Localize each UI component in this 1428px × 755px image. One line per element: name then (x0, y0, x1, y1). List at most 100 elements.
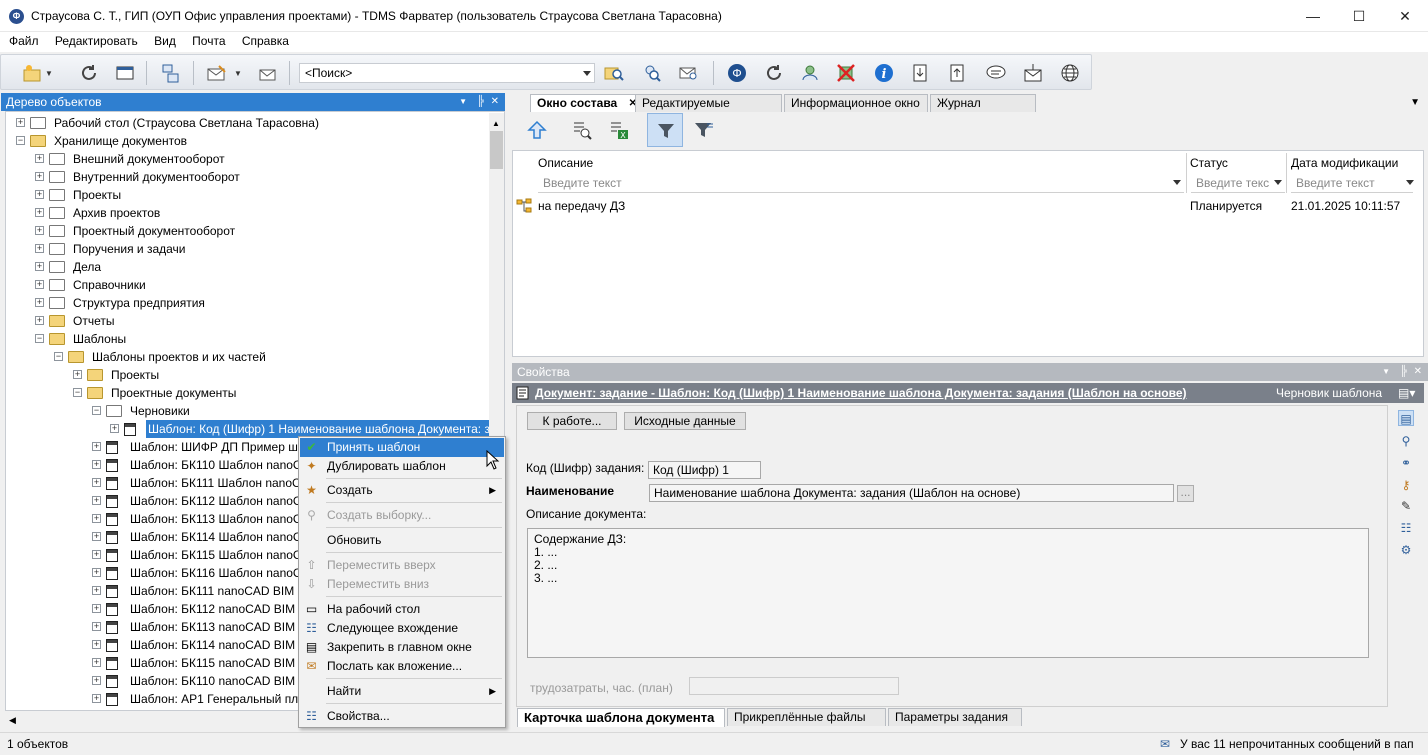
menu-item-send-attachment[interactable]: ✉ Послать как вложение... (300, 657, 504, 676)
menu-item-move-down[interactable]: ⇩ Переместить вниз (300, 575, 504, 594)
expand-icon[interactable]: + (35, 244, 44, 253)
panel-menu-icon[interactable]: ▼ (459, 93, 467, 111)
desktop-icon[interactable] (112, 60, 138, 86)
name-browse-button[interactable]: ... (1177, 485, 1194, 502)
tab-attached-files[interactable]: Прикреплённые файлы (727, 708, 886, 726)
farvater-logo-icon[interactable]: Ф (724, 60, 750, 86)
tab-task-parameters[interactable]: Параметры задания (888, 708, 1022, 726)
collapse-icon[interactable]: − (73, 388, 82, 397)
status-menu-icon[interactable]: ▤▾ (1398, 383, 1415, 403)
expand-icon[interactable]: + (92, 694, 101, 703)
menu-item-duplicate-template[interactable]: ✦ Дублировать шаблон (300, 457, 504, 476)
inbox-icon[interactable] (1020, 60, 1046, 86)
expand-icon[interactable]: + (92, 568, 101, 577)
filter-date-input[interactable]: Введите текст (1291, 173, 1413, 193)
column-header-modified[interactable]: Дата модификации (1291, 156, 1398, 170)
expand-icon[interactable]: + (35, 226, 44, 235)
menu-item-properties[interactable]: ☷ Свойства... (300, 707, 504, 726)
tab-template-card[interactable]: Карточка шаблона документа (517, 708, 725, 727)
code-field[interactable]: Код (Шифр) 1 (648, 461, 761, 479)
maximize-button[interactable]: ☐ (1336, 0, 1382, 32)
expand-icon[interactable]: + (35, 262, 44, 271)
menu-file[interactable]: Файл (0, 32, 47, 48)
tree-structure-icon[interactable] (157, 60, 183, 86)
expand-icon[interactable]: + (92, 604, 101, 613)
menu-view[interactable]: Вид (145, 32, 184, 48)
expand-icon[interactable]: + (35, 172, 44, 181)
info-icon[interactable]: i (871, 60, 897, 86)
menu-item-find[interactable]: Найти ▶ (300, 682, 504, 701)
menu-help[interactable]: Справка (233, 32, 297, 48)
disconnect-icon[interactable] (833, 60, 859, 86)
filter-description-input[interactable]: Введите текст (538, 173, 1184, 193)
search-icon[interactable]: ⚲ (1398, 433, 1414, 449)
tab-event-log[interactable]: Журнал событий (930, 94, 1036, 127)
document-up-icon[interactable] (944, 60, 970, 86)
find-in-list-icon[interactable] (569, 117, 595, 143)
document-down-icon[interactable] (907, 60, 933, 86)
expand-icon[interactable]: + (35, 208, 44, 217)
filter-settings-icon[interactable] (690, 117, 716, 143)
to-work-button[interactable]: К работе... (527, 412, 617, 430)
compose-mail-icon[interactable] (204, 60, 230, 86)
expand-icon[interactable]: + (92, 640, 101, 649)
close-panel-icon[interactable]: ✕ (1414, 363, 1422, 381)
expand-icon[interactable]: + (92, 478, 101, 487)
collapse-icon[interactable]: − (16, 136, 25, 145)
sync-users-icon[interactable] (797, 60, 823, 86)
card-view-icon[interactable]: ▤ (1398, 410, 1414, 426)
tab-edited-objects[interactable]: Редактируемые объекты (635, 94, 782, 127)
link-icon[interactable]: ⚭ (1398, 455, 1414, 471)
search-user-icon[interactable] (639, 60, 665, 86)
minimize-button[interactable]: — (1290, 0, 1336, 32)
scroll-thumb[interactable] (490, 131, 503, 169)
expand-icon[interactable]: + (73, 370, 82, 379)
pin-icon[interactable]: ╠ (477, 93, 484, 111)
send-mail-icon[interactable] (254, 60, 280, 86)
labor-field[interactable] (689, 677, 899, 695)
menu-edit[interactable]: Редактировать (46, 32, 146, 48)
name-field[interactable]: Наименование шаблона Документа: задания … (649, 484, 1174, 502)
filter-toggle-button[interactable] (647, 113, 683, 147)
menu-mail[interactable]: Почта (183, 32, 233, 48)
expand-icon[interactable]: + (16, 118, 25, 127)
column-header-status[interactable]: Статус (1190, 156, 1228, 170)
expand-icon[interactable]: + (92, 460, 101, 469)
expand-icon[interactable]: + (35, 316, 44, 325)
mail-dropdown-icon[interactable]: ▼ (232, 60, 244, 86)
tab-composition[interactable]: Окно состава ✕ (530, 94, 642, 113)
collapse-icon[interactable]: − (35, 334, 44, 343)
tab-info-window[interactable]: Информационное окно (784, 94, 928, 112)
edit-pencil-icon[interactable]: ✎ (1398, 498, 1414, 514)
chevron-down-icon[interactable] (1173, 180, 1181, 185)
versions-icon[interactable]: ☷ (1398, 520, 1414, 536)
menu-item-create-selection[interactable]: ⚲ Создать выборку... (300, 506, 504, 525)
close-button[interactable]: ✕ (1382, 0, 1428, 32)
document-title[interactable]: Документ: задание - Шаблон: Код (Шифр) 1… (535, 383, 1187, 403)
menu-item-to-desktop[interactable]: ▭ На рабочий стол (300, 600, 504, 619)
menu-item-move-up[interactable]: ⇧ Переместить вверх (300, 556, 504, 575)
export-excel-icon[interactable]: X (606, 117, 632, 143)
expand-icon[interactable]: + (35, 298, 44, 307)
tabs-menu-icon[interactable]: ▼ (1410, 97, 1420, 108)
expand-icon[interactable]: + (92, 442, 101, 451)
panel-menu-icon[interactable]: ▼ (1382, 363, 1390, 381)
expand-icon[interactable]: + (92, 658, 101, 667)
message-icon[interactable] (983, 60, 1009, 86)
filter-status-input[interactable]: Введите текс (1191, 173, 1285, 193)
column-header-description[interactable]: Описание (538, 156, 593, 170)
expand-icon[interactable]: + (110, 424, 119, 433)
menu-item-create[interactable]: ★ Создать ▶ (300, 481, 504, 500)
collapse-icon[interactable]: − (54, 352, 63, 361)
expand-icon[interactable]: + (92, 586, 101, 595)
menu-item-refresh[interactable]: Обновить (300, 531, 504, 550)
chevron-down-icon[interactable] (1274, 180, 1282, 185)
search-combo[interactable]: <Поиск> (299, 63, 595, 83)
scroll-up-icon[interactable]: ▲ (492, 119, 500, 128)
key-icon[interactable]: ⚷ (1398, 477, 1414, 493)
expand-icon[interactable]: + (92, 676, 101, 685)
new-object-icon[interactable] (19, 60, 45, 86)
expand-icon[interactable]: + (92, 550, 101, 559)
table-row[interactable]: на передачу ДЗ Планируется 21.01.2025 10… (513, 196, 1423, 216)
expand-icon[interactable]: + (35, 154, 44, 163)
